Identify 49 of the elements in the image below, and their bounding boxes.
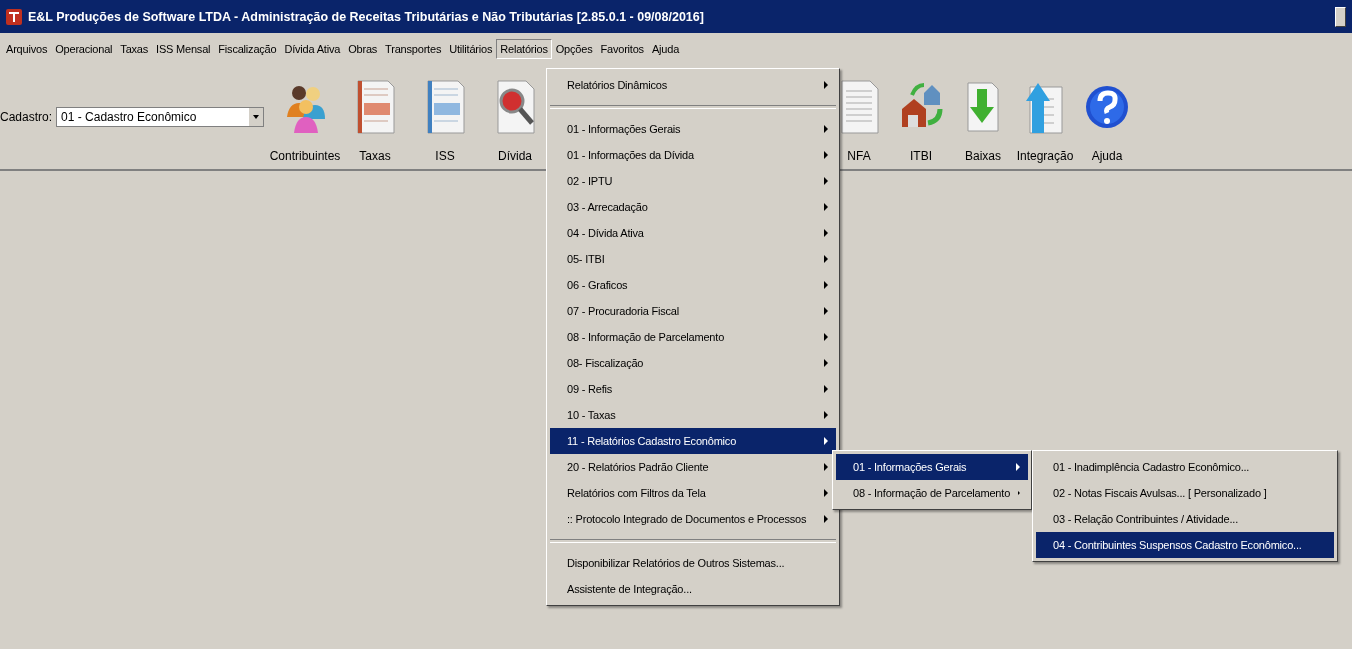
toolbar-button[interactable]: Baixas — [952, 63, 1014, 169]
menu-item[interactable]: 07 - Procuradoria Fiscal — [550, 298, 836, 324]
menu-item[interactable]: 03 - Arrecadação — [550, 194, 836, 220]
menu-item[interactable]: 02 - IPTU — [550, 168, 836, 194]
menu-bar-item[interactable]: Relatórios — [496, 39, 552, 59]
menu-bar-item[interactable]: Transportes — [381, 39, 446, 59]
menu-bar-item[interactable]: ISS Mensal — [152, 39, 215, 59]
menu-item[interactable]: 09 - Refis — [550, 376, 836, 402]
cadastro-select[interactable]: 01 - Cadastro Econômico — [56, 107, 265, 127]
menu-item[interactable]: 05- ITBI — [550, 246, 836, 272]
menu-bar-item[interactable]: Operacional — [51, 39, 117, 59]
menu-bar-item[interactable]: Utilitários — [445, 39, 497, 59]
menu-bar-item[interactable]: Obras — [344, 39, 382, 59]
toolbar-button[interactable]: Ajuda — [1076, 63, 1138, 169]
toolbar-button[interactable]: ISS — [410, 63, 480, 169]
toolbar-button[interactable]: Dívida — [480, 63, 550, 169]
menu-item[interactable]: Disponibilizar Relatórios de Outros Sistemas... — [550, 550, 836, 576]
menu-item[interactable]: 03 - Relação Contribuintes / Atividade... — [1036, 506, 1334, 532]
menu-item[interactable]: 08- Fiscalização — [550, 350, 836, 376]
menu-item[interactable]: :: Protocolo Integrado de Documentos e Processos — [550, 506, 836, 532]
menu-item[interactable]: 08 - Informação de Parcelamento — [550, 324, 836, 350]
window-title: E&L Produções de Software LTDA - Administração de Receitas Tributárias e Não Tributárias [2.85.0.1 - 09/08/2016] — [28, 9, 705, 24]
toolbar-button[interactable]: ITBI — [890, 63, 952, 169]
menu-item[interactable]: 11 - Relatórios Cadastro Econômico — [550, 428, 836, 454]
dropdown-caret-icon — [253, 115, 260, 119]
menu-bar-item[interactable]: Fiscalização — [214, 39, 281, 59]
menu-item[interactable]: 20 - Relatórios Padrão Cliente — [550, 454, 836, 480]
menu-item[interactable]: 01 - Informações Gerais — [836, 454, 1028, 480]
menu-bar-item[interactable]: Arquivos — [2, 39, 52, 59]
menu-item[interactable]: 06 - Graficos — [550, 272, 836, 298]
menu-item[interactable]: Assistente de Integração... — [550, 576, 836, 602]
menu-item[interactable]: 10 - Taxas — [550, 402, 836, 428]
app-logo-icon — [6, 8, 22, 25]
cadastro-label: Cadastro: — [0, 110, 53, 124]
menu-item[interactable]: 02 - Notas Fiscais Avulsas... [ Personalizado ] — [1036, 480, 1334, 506]
toolbar-button[interactable]: Integração — [1014, 63, 1076, 169]
menu-item[interactable]: 04 - Contribuintes Suspensos Cadastro Econômico... — [1036, 532, 1334, 558]
menu-bar-item[interactable]: Opções — [551, 39, 597, 59]
menu-item[interactable]: 08 - Informação de Parcelamento — [836, 480, 1028, 506]
toolbar-button[interactable]: Taxas — [340, 63, 410, 169]
menu-item[interactable]: 01 - Inadimplência Cadastro Econômico... — [1036, 454, 1334, 480]
menu-bar-item[interactable]: Dívida Ativa — [280, 39, 345, 59]
toolbar-button[interactable]: Contribuintes — [270, 63, 340, 169]
menu-bar-item[interactable]: Taxas — [116, 39, 153, 59]
menu-item[interactable]: 04 - Dívida Ativa — [550, 220, 836, 246]
menu-bar-item[interactable]: Ajuda — [647, 39, 684, 59]
window-control-button[interactable] — [1335, 6, 1346, 27]
menu-bar-item[interactable]: Favoritos — [596, 39, 648, 59]
menu-item[interactable]: Relatórios com Filtros da Tela — [550, 480, 836, 506]
